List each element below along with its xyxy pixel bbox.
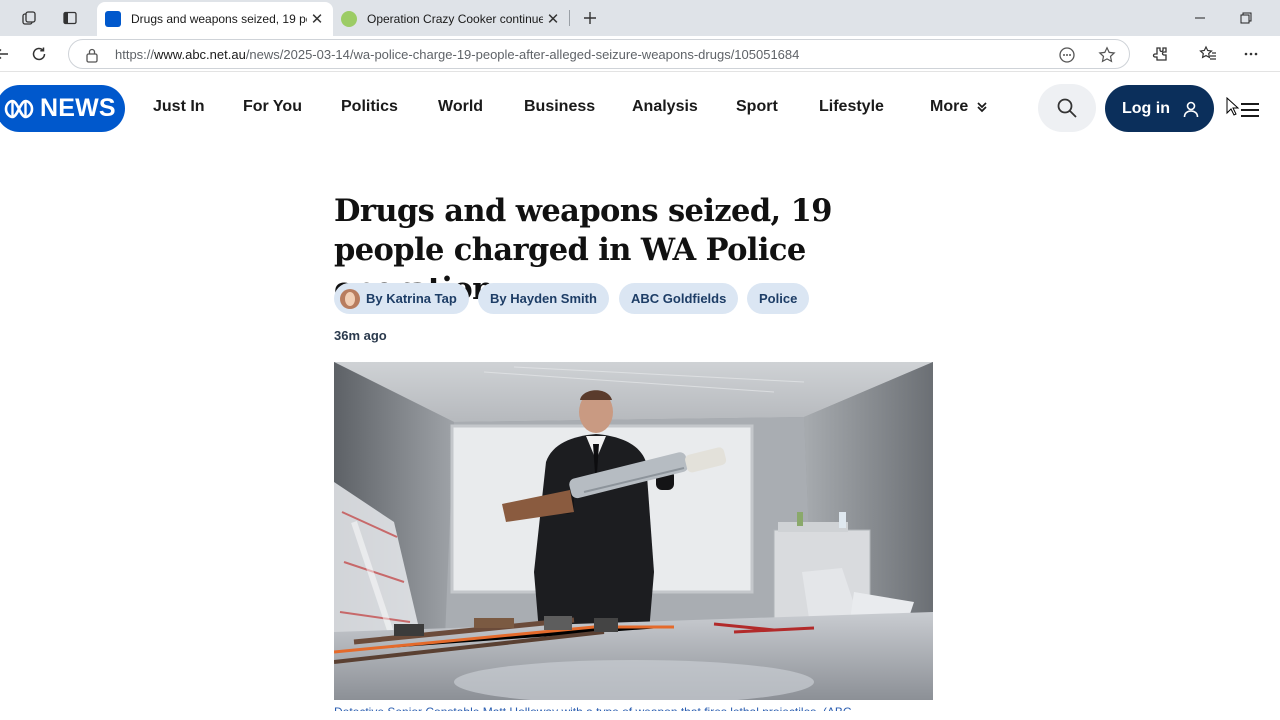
nav-sport[interactable]: Sport: [736, 98, 778, 116]
workspaces-icon[interactable]: [19, 8, 39, 28]
close-tab-icon[interactable]: ✕: [543, 10, 563, 28]
browser-tab-bar: Drugs and weapons seized, 19 pe ✕ Operat…: [0, 0, 1280, 36]
topic-chip-police[interactable]: Police: [747, 283, 810, 314]
login-label: Log in: [1122, 99, 1170, 117]
hero-image[interactable]: [334, 362, 933, 700]
search-icon: [1057, 98, 1077, 118]
nav-analysis[interactable]: Analysis: [632, 98, 698, 116]
url-scheme: https://: [115, 47, 155, 62]
reader-mode-icon[interactable]: [1057, 45, 1077, 65]
site-favicon-icon: [341, 11, 357, 27]
author-avatar: [340, 288, 360, 309]
tab-separator: [569, 10, 570, 26]
extensions-icon[interactable]: [1148, 42, 1172, 66]
more-options-icon[interactable]: [1239, 42, 1263, 66]
url-input[interactable]: https://www.abc.net.au/news/2025-03-14/w…: [68, 39, 1130, 69]
chip-label: Police: [759, 291, 798, 306]
author-chip-hayden-smith[interactable]: By Hayden Smith: [478, 283, 609, 314]
user-icon: [1183, 101, 1199, 117]
nav-for-you[interactable]: For You: [243, 98, 302, 116]
login-button[interactable]: Log in: [1105, 85, 1214, 132]
new-tab-icon[interactable]: [580, 8, 600, 28]
nav-more[interactable]: More: [930, 98, 988, 116]
tab-operation-crazy-cooker[interactable]: Operation Crazy Cooker continue ✕: [333, 2, 569, 36]
browser-address-bar: https://www.abc.net.au/news/2025-03-14/w…: [0, 36, 1280, 72]
tab-actions-icon[interactable]: [60, 8, 80, 28]
search-button[interactable]: [1038, 84, 1096, 132]
topic-chip-abc-goldfields[interactable]: ABC Goldfields: [619, 283, 739, 314]
url-text: https://www.abc.net.au/news/2025-03-14/w…: [115, 47, 799, 62]
author-chip-katrina-tap[interactable]: By Katrina Tap: [334, 283, 469, 314]
restore-icon[interactable]: [1234, 6, 1258, 30]
chip-label: ABC Goldfields: [631, 291, 727, 306]
logo-text: NEWS: [40, 94, 116, 122]
favorite-star-icon[interactable]: [1097, 45, 1117, 65]
close-tab-icon[interactable]: ✕: [307, 10, 327, 28]
nav-more-label: More: [930, 98, 969, 115]
tab-title: Drugs and weapons seized, 19 pe: [131, 12, 307, 26]
url-host: www.abc.net.au: [154, 47, 246, 62]
hero-image-caption: Detective Senior Constable Matt Holloway…: [334, 701, 934, 711]
site-header: NEWS Just In For You Politics World Busi…: [0, 72, 1280, 146]
double-chevron-down-icon: [977, 102, 987, 113]
minimize-icon[interactable]: [1188, 6, 1212, 30]
url-path: /news/2025-03-14/wa-police-charge-19-peo…: [245, 47, 800, 62]
nav-just-in[interactable]: Just In: [153, 98, 205, 116]
nav-lifestyle[interactable]: Lifestyle: [819, 98, 884, 116]
chip-label: By Hayden Smith: [490, 291, 597, 306]
lock-icon[interactable]: [85, 47, 99, 68]
article-timestamp: 36m ago: [334, 328, 387, 343]
refresh-icon[interactable]: [27, 42, 51, 66]
nav-business[interactable]: Business: [524, 98, 595, 116]
nav-world[interactable]: World: [438, 98, 483, 116]
chip-label: By Katrina Tap: [366, 291, 457, 306]
abc-lissajous-icon: [4, 99, 34, 118]
abc-favicon-icon: [105, 11, 121, 27]
mouse-cursor-icon: [1226, 97, 1240, 116]
tab-abc-article[interactable]: Drugs and weapons seized, 19 pe ✕: [97, 2, 333, 36]
favorites-icon[interactable]: [1196, 42, 1220, 66]
hamburger-menu-icon[interactable]: [1238, 98, 1262, 122]
nav-politics[interactable]: Politics: [341, 98, 398, 116]
tab-title: Operation Crazy Cooker continue: [367, 12, 543, 26]
back-icon[interactable]: [0, 42, 14, 66]
abc-news-logo[interactable]: NEWS: [0, 85, 125, 132]
